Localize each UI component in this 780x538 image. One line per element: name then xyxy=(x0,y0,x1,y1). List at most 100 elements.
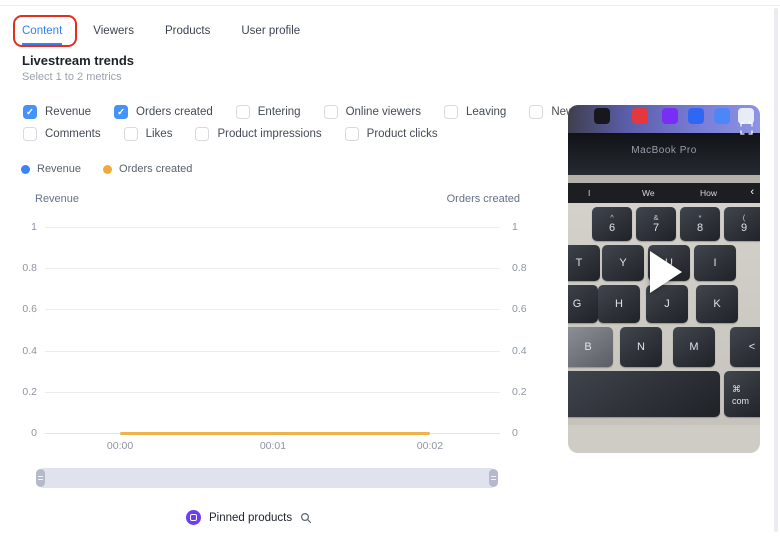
metric-label: Leaving xyxy=(466,106,506,118)
x-tick-label: 00:02 xyxy=(417,440,443,452)
checkbox-icon: ✓ xyxy=(23,105,37,119)
keyboard-key: N xyxy=(620,327,662,367)
metric-checkbox-group: ✓ Revenue ✓ Orders created Entering Online vi… xyxy=(23,105,623,141)
metric-label: Orders created xyxy=(136,106,213,118)
metric-checkbox-leaving[interactable]: Leaving xyxy=(444,105,506,119)
checkbox-icon xyxy=(236,105,250,119)
touchbar-suggestion: How xyxy=(700,188,717,198)
tab-bar: Content Viewers Products User profile xyxy=(22,25,300,45)
y-tick-label: 0 xyxy=(31,427,37,439)
keyboard-key: M xyxy=(673,327,715,367)
gridline xyxy=(45,309,500,310)
gridline xyxy=(45,351,500,352)
checkbox-icon: ✓ xyxy=(114,105,128,119)
metric-label: Comments xyxy=(45,128,101,140)
legend-item-revenue: Revenue xyxy=(21,163,81,175)
checkbox-icon xyxy=(324,105,338,119)
livestream-analytics-page: Content Viewers Products User profile Li… xyxy=(0,0,780,538)
dock-app-icon xyxy=(632,108,648,124)
tab-viewers[interactable]: Viewers xyxy=(93,25,134,45)
trend-chart-plot xyxy=(45,227,500,433)
legend-dot xyxy=(103,165,112,174)
metric-label: Product impressions xyxy=(217,128,321,140)
gridline xyxy=(45,227,500,228)
checkbox-icon xyxy=(23,127,37,141)
keyboard-key: T xyxy=(568,245,600,281)
dock-app-icon xyxy=(594,108,610,124)
metric-label: Revenue xyxy=(45,106,91,118)
keyboard-key: I xyxy=(694,245,736,281)
time-range-slider[interactable] xyxy=(40,468,494,488)
keyboard-key: *8 xyxy=(680,207,720,241)
slider-handle-left[interactable] xyxy=(36,469,45,487)
metric-row: ✓ Revenue ✓ Orders created Entering Online vi… xyxy=(23,105,623,119)
keyboard-key: H xyxy=(598,285,640,323)
metric-checkbox-comments[interactable]: Comments xyxy=(23,127,101,141)
metric-label: Entering xyxy=(258,106,301,118)
dock-app-icon xyxy=(714,108,730,124)
keyboard-key: ⌘com xyxy=(724,371,760,417)
fullscreen-icon[interactable] xyxy=(740,122,753,135)
checkbox-icon xyxy=(444,105,458,119)
legend-item-orders-created: Orders created xyxy=(103,163,192,175)
y-tick-label: 0.4 xyxy=(512,345,527,357)
metric-row: Comments Likes Product impressions Product … xyxy=(23,127,623,141)
checkbox-icon xyxy=(124,127,138,141)
panel-top-border xyxy=(0,5,780,6)
x-tick-label: 00:01 xyxy=(260,440,286,452)
metric-checkbox-orders-created[interactable]: ✓ Orders created xyxy=(114,105,213,119)
page-scrollbar[interactable] xyxy=(774,8,778,532)
y-tick-label: 0.6 xyxy=(22,303,37,315)
tab-content[interactable]: Content xyxy=(22,25,62,45)
metric-checkbox-likes[interactable]: Likes xyxy=(124,127,173,141)
checkbox-icon xyxy=(345,127,359,141)
keyboard-key: K xyxy=(696,285,738,323)
macbook-keyboard: ^6&7*8(9TYUIGHJKBNM<⌘com xyxy=(568,203,760,425)
x-axis-labels: 00:00 00:01 00:02 xyxy=(45,440,500,454)
y-tick-label: 0 xyxy=(512,427,518,439)
keyboard-key: B xyxy=(568,327,613,367)
checkbox-icon xyxy=(195,127,209,141)
play-icon[interactable] xyxy=(650,251,682,293)
dock-app-icon xyxy=(688,108,704,124)
metric-checkbox-product-clicks[interactable]: Product clicks xyxy=(345,127,438,141)
tab-user-profile[interactable]: User profile xyxy=(241,25,300,45)
gridline xyxy=(45,268,500,269)
macbook-bezel: MacBook Pro xyxy=(568,133,760,175)
tab-products[interactable]: Products xyxy=(165,25,210,45)
macbook-hinge xyxy=(568,175,760,183)
touchbar-suggestion: I xyxy=(588,188,590,198)
metrics-hint: Select 1 to 2 metrics xyxy=(22,71,122,83)
search-icon[interactable] xyxy=(300,512,312,524)
y-tick-label: 0.8 xyxy=(22,262,37,274)
dock-app-icon xyxy=(662,108,678,124)
touchbar-suggestion: We xyxy=(642,188,655,198)
livestream-video-preview[interactable]: MacBook Pro ‹ IWeHow ^6&7*8(9TYUIGHJKBNM… xyxy=(568,105,760,453)
macbook-label: MacBook Pro xyxy=(568,145,760,156)
y-axis-labels-left: 00.20.40.60.81 xyxy=(0,227,37,433)
right-axis-title: Orders created xyxy=(447,193,520,205)
orders-created-series-line xyxy=(120,432,430,435)
touchbar-chevron-icon: ‹ xyxy=(750,186,754,198)
y-tick-label: 0.2 xyxy=(512,386,527,398)
metric-checkbox-online-viewers[interactable]: Online viewers xyxy=(324,105,421,119)
metric-checkbox-entering[interactable]: Entering xyxy=(236,105,301,119)
y-axis-labels-right: 00.20.40.60.81 xyxy=(512,227,542,433)
x-tick-label: 00:00 xyxy=(107,440,133,452)
macbook-touchbar: ‹ I We How xyxy=(568,183,760,203)
keyboard-key: G xyxy=(568,285,598,323)
pinned-products-label: Pinned products xyxy=(209,512,292,524)
metric-checkbox-product-impressions[interactable]: Product impressions xyxy=(195,127,321,141)
pinned-products-marker[interactable]: Pinned products xyxy=(186,510,312,525)
slider-handle-right[interactable] xyxy=(489,469,498,487)
left-axis-title: Revenue xyxy=(35,193,79,205)
legend-dot xyxy=(21,165,30,174)
y-tick-label: 0.4 xyxy=(22,345,37,357)
chart-legend: Revenue Orders created xyxy=(21,163,192,175)
metric-label: Online viewers xyxy=(346,106,421,118)
y-tick-label: 0.8 xyxy=(512,262,527,274)
page-title: Livestream trends xyxy=(22,53,134,68)
pinned-product-icon xyxy=(186,510,201,525)
metric-checkbox-revenue[interactable]: ✓ Revenue xyxy=(23,105,91,119)
macbook-screen-dock xyxy=(568,105,760,133)
